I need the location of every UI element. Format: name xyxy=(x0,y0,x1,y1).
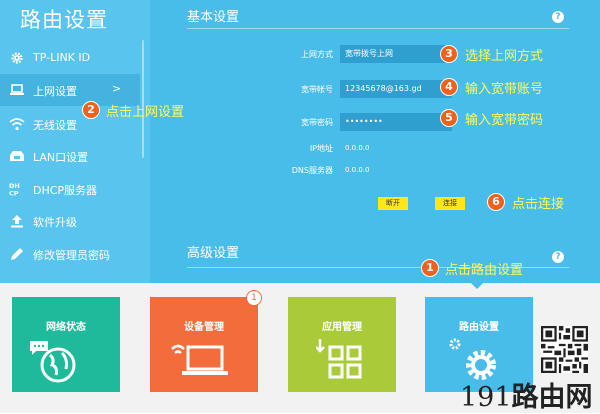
connection-type-select[interactable]: 宽带拨号上网 ▼ xyxy=(340,45,452,63)
active-tile-pointer xyxy=(471,283,483,289)
section-divider xyxy=(187,28,569,29)
watermark-number: 191 xyxy=(460,382,512,413)
laptop-icon xyxy=(10,84,24,95)
step-1-text: 点击路由设置 xyxy=(445,263,524,278)
step-3-badge: 3 xyxy=(440,45,458,63)
step-2-badge: 2 xyxy=(82,101,100,119)
watermark: 191路由网 xyxy=(460,375,593,414)
password-input[interactable]: •••••••• xyxy=(340,113,452,131)
disconnect-button[interactable]: 断开 xyxy=(378,197,408,210)
sidebar-item-label: 修改管理员密码 xyxy=(33,249,110,262)
sidebar-scrollbar[interactable] xyxy=(142,40,144,158)
step-4-badge: 4 xyxy=(440,78,458,96)
sidebar-item-admin-password[interactable]: 修改管理员密码 xyxy=(0,238,140,270)
sidebar-item-label: 上网设置 xyxy=(33,85,77,98)
step-5-badge: 5 xyxy=(440,109,458,127)
step-1-badge: 1 xyxy=(421,259,439,277)
sidebar-item-firmware-upgrade[interactable]: 软件升级 xyxy=(0,205,140,237)
tile-label: 应用管理 xyxy=(322,322,362,333)
password-label: 宽带密码 xyxy=(301,118,333,127)
wifi-icon xyxy=(9,118,25,131)
upload-icon xyxy=(11,215,23,228)
notification-badge: 1 xyxy=(246,290,262,306)
tile-label: 网络状态 xyxy=(46,322,86,333)
svg-text:CP: CP xyxy=(9,190,19,197)
watermark-text: 路由网 xyxy=(511,382,593,413)
step-6-badge: 6 xyxy=(487,193,505,211)
connection-type-value: 宽带拨号上网 xyxy=(345,49,393,58)
globe-icon xyxy=(30,341,76,383)
connect-button[interactable]: 连接 xyxy=(435,197,465,210)
apps-grid-icon xyxy=(316,339,362,379)
basic-settings-title: 基本设置 xyxy=(187,10,240,25)
sidebar-item-label: LAN口设置 xyxy=(33,151,89,164)
app-title: 路由设置 xyxy=(20,8,108,32)
tile-label: 设备管理 xyxy=(184,322,224,333)
step-3-text: 选择上网方式 xyxy=(465,49,544,64)
connection-type-label: 上网方式 xyxy=(301,50,333,59)
dns-label: DNS服务器 xyxy=(291,166,333,175)
step-5-text: 输入宽带密码 xyxy=(465,113,544,128)
sidebar-item-label: DHCP服务器 xyxy=(33,184,98,197)
dhcp-icon: DH CP xyxy=(9,182,20,197)
dns-value: 0.0.0.0 xyxy=(345,166,370,174)
main-panel: 路由设置 TP-LINK ID 上网设置 > 无线设置 LAN口设置 DH CP… xyxy=(0,0,600,283)
sidebar-item-dhcp[interactable]: DH CP DHCP服务器 xyxy=(0,173,140,205)
tile-device-management[interactable]: 设备管理 xyxy=(150,297,258,392)
sidebar-item-tplink-id[interactable]: TP-LINK ID xyxy=(0,42,140,74)
chevron-right-icon: > xyxy=(112,82,122,95)
tile-app-management[interactable]: 应用管理 xyxy=(288,297,396,392)
sidebar: 路由设置 TP-LINK ID 上网设置 > 无线设置 LAN口设置 DH CP… xyxy=(0,0,150,283)
sidebar-item-label: TP-LINK ID xyxy=(33,51,91,64)
settings-content: 基本设置 ? 上网方式 宽带拨号上网 ▼ 宽带帐号 12345678@163.g… xyxy=(150,0,600,283)
account-input[interactable]: 12345678@163.gd xyxy=(340,80,452,98)
laptop-wifi-icon xyxy=(171,344,228,375)
advanced-settings-title: 高级设置 xyxy=(187,246,240,261)
gear-icon xyxy=(11,52,23,64)
sidebar-item-lan[interactable]: LAN口设置 xyxy=(0,140,140,172)
ip-value: 0.0.0.0 xyxy=(345,144,370,152)
tile-network-status[interactable]: 网络状态 xyxy=(12,297,120,392)
help-icon[interactable]: ? xyxy=(552,11,564,23)
sidebar-item-label: 无线设置 xyxy=(33,119,77,132)
tile-label: 路由设置 xyxy=(459,322,499,333)
qr-code-icon xyxy=(541,326,588,373)
step-2-text: 点击上网设置 xyxy=(106,105,185,120)
pencil-icon xyxy=(11,248,23,260)
ip-label: IP地址 xyxy=(309,144,333,153)
step-6-text: 点击连接 xyxy=(512,197,565,212)
account-label: 宽带帐号 xyxy=(301,85,333,94)
sidebar-item-label: 软件升级 xyxy=(33,216,77,229)
network-icon xyxy=(10,151,24,161)
help-icon[interactable]: ? xyxy=(552,251,564,263)
step-4-text: 输入宽带账号 xyxy=(465,82,544,97)
